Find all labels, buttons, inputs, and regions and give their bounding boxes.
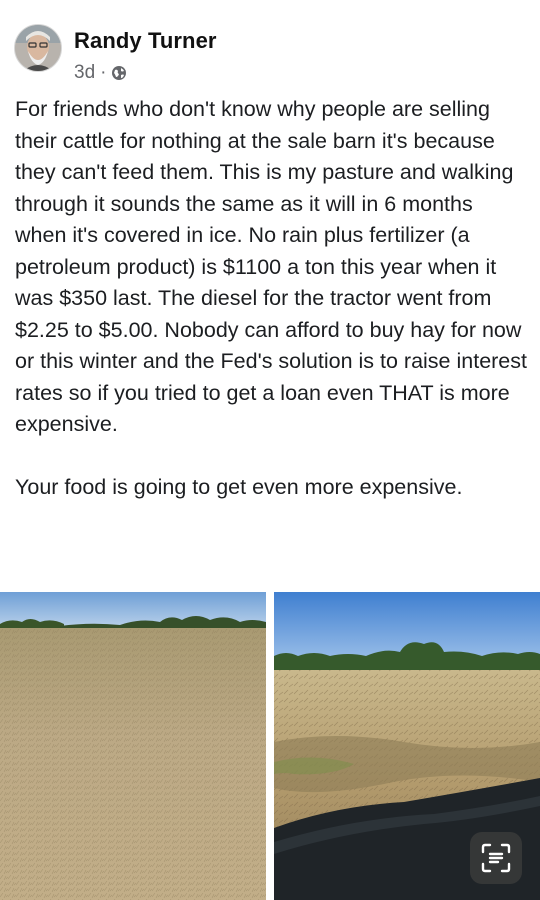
globe-icon[interactable] bbox=[111, 65, 127, 81]
post-meta: 3d · bbox=[74, 60, 127, 86]
dry-pasture-photo[interactable] bbox=[0, 592, 266, 900]
author-name[interactable]: Randy Turner bbox=[74, 28, 217, 54]
scan-text-button[interactable] bbox=[470, 832, 522, 884]
avatar-image bbox=[15, 25, 61, 71]
scan-text-icon bbox=[481, 843, 511, 873]
post-paragraph-1: For friends who don't know why people ar… bbox=[15, 97, 527, 436]
post-text: For friends who don't know why people ar… bbox=[15, 94, 529, 503]
meta-separator: · bbox=[100, 62, 107, 83]
avatar[interactable] bbox=[14, 24, 62, 72]
post-header: Randy Turner 3d · bbox=[14, 24, 524, 88]
post-paragraph-2: Your food is going to get even more expe… bbox=[15, 474, 463, 499]
post-timestamp[interactable]: 3d bbox=[74, 62, 95, 84]
